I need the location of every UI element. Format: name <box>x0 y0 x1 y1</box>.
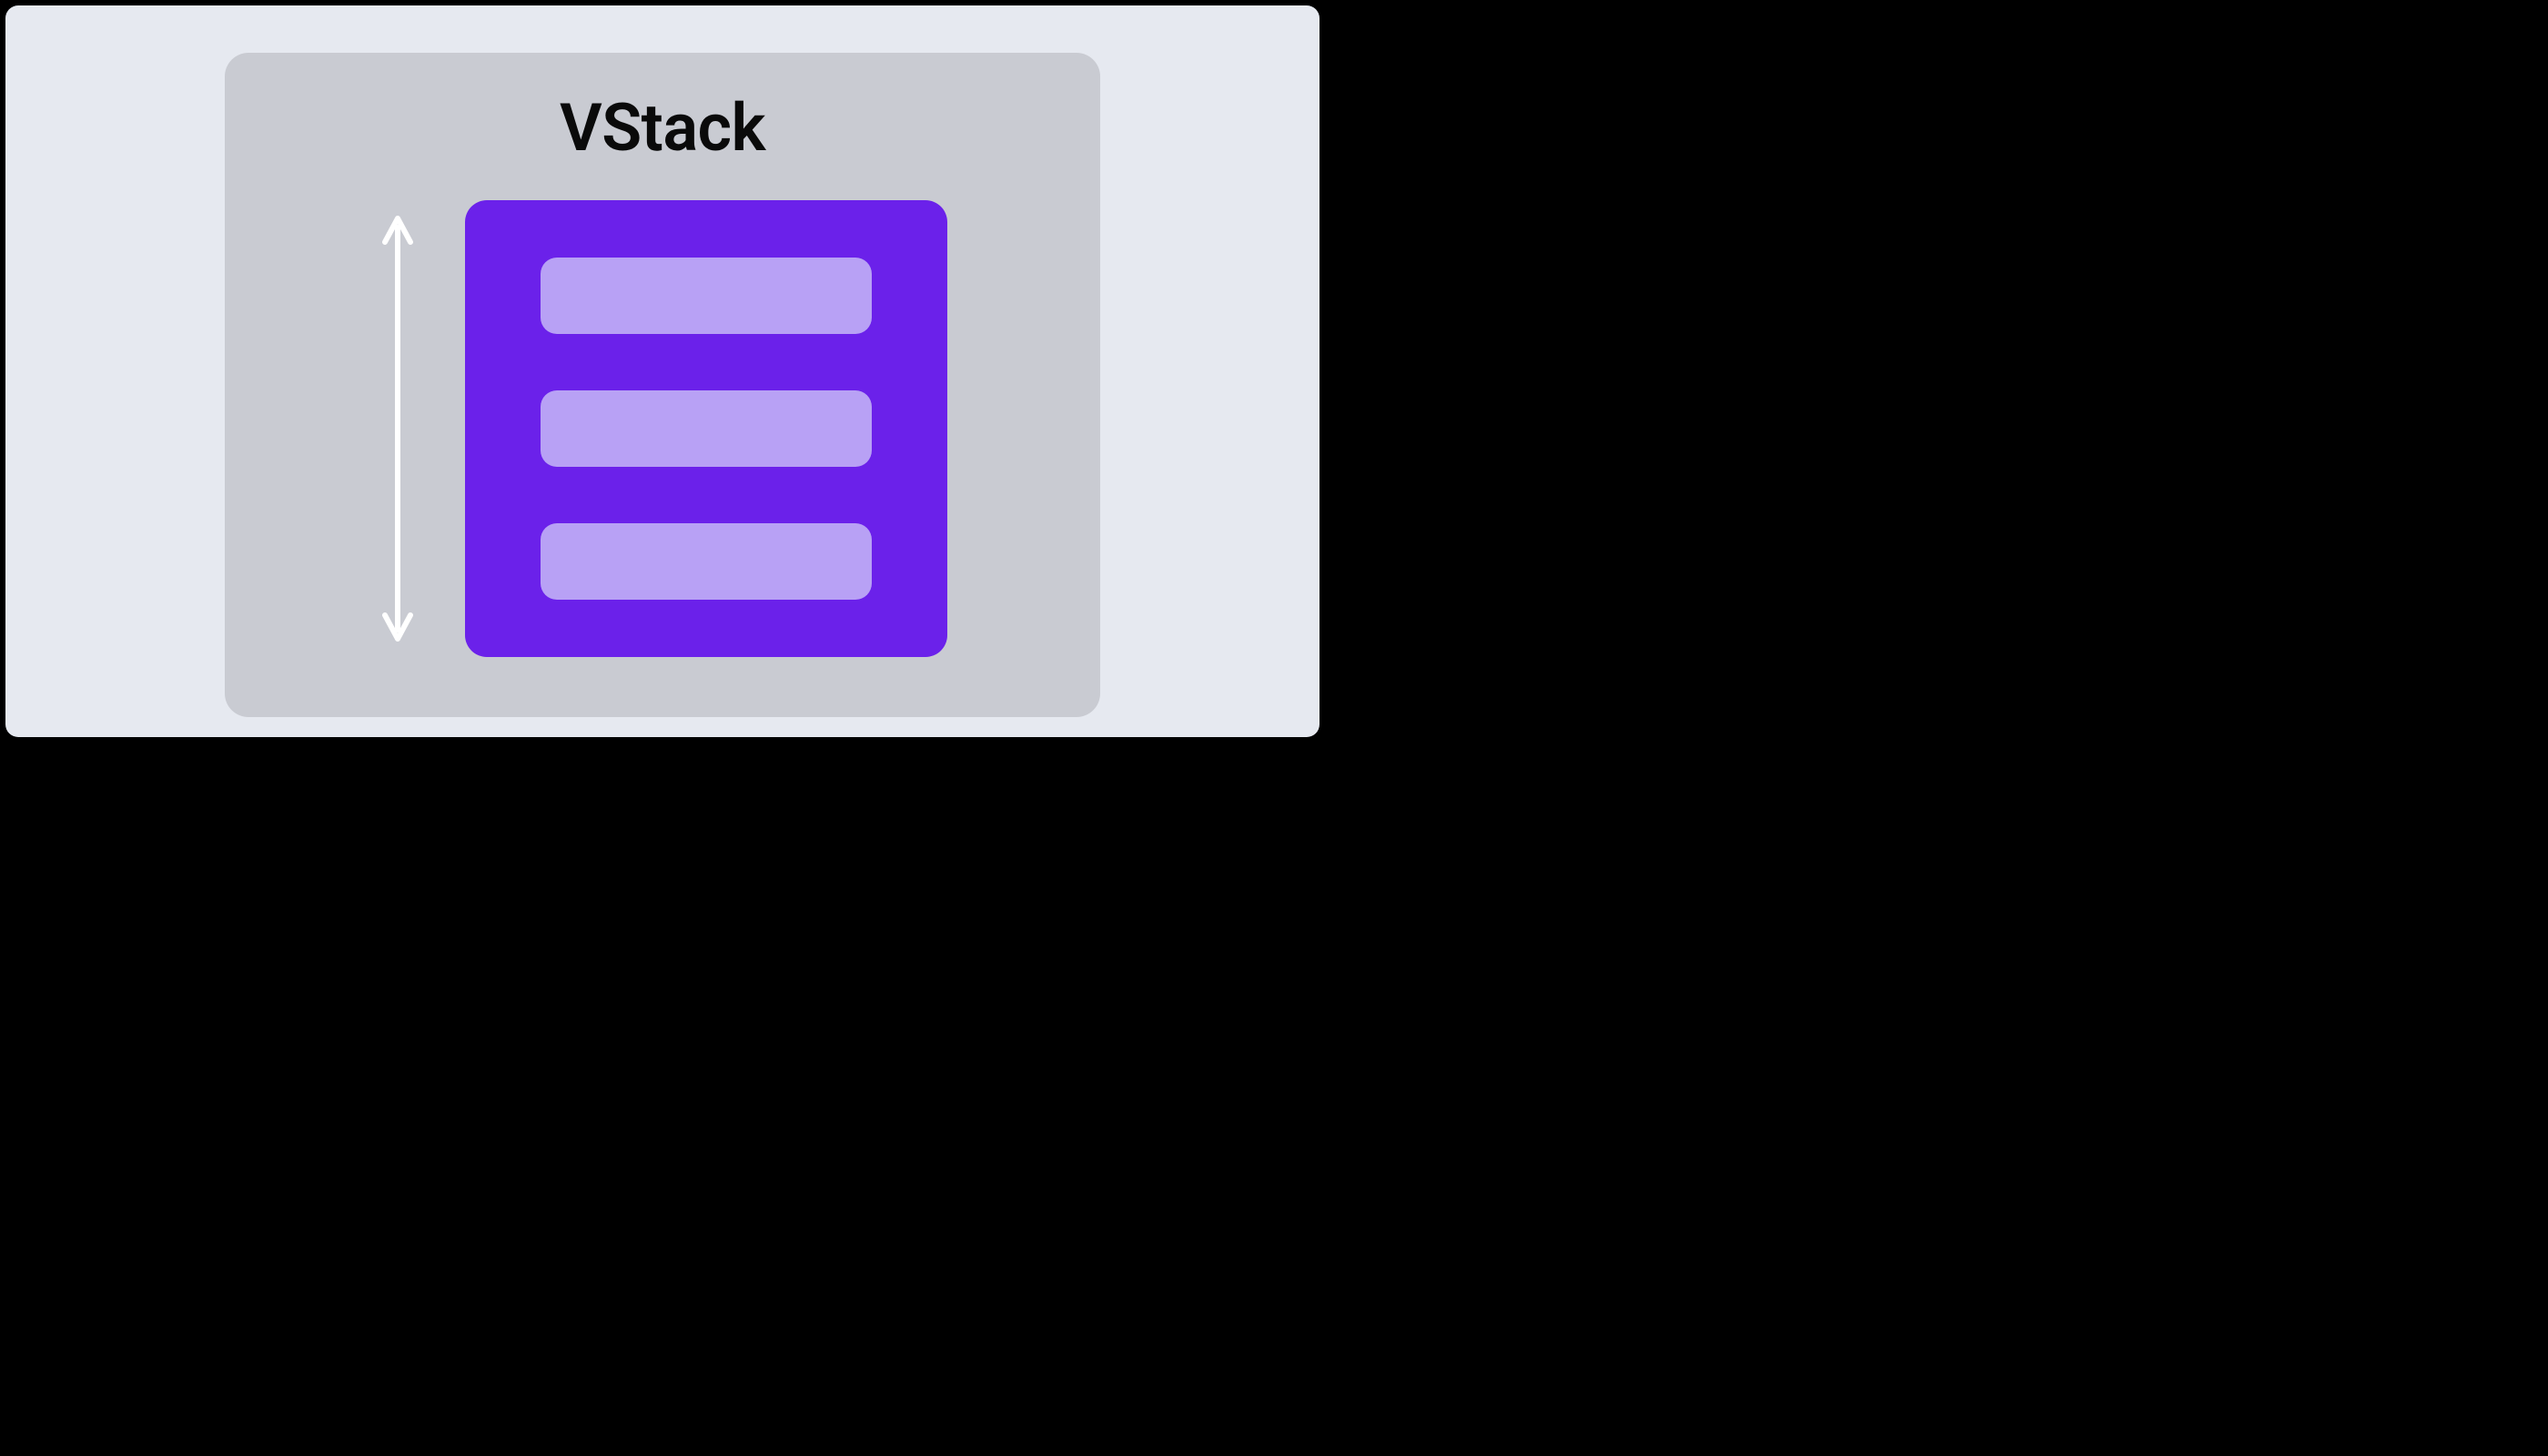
vstack-item <box>541 390 872 467</box>
vertical-arrow-icon <box>378 215 418 642</box>
diagram-content-row <box>378 199 947 658</box>
diagram-title: VStack <box>560 89 765 167</box>
vstack-container <box>465 200 947 657</box>
vstack-item <box>541 258 872 334</box>
outer-frame: VStack <box>5 5 1320 737</box>
vstack-item <box>541 523 872 600</box>
diagram-card: VStack <box>225 53 1100 717</box>
